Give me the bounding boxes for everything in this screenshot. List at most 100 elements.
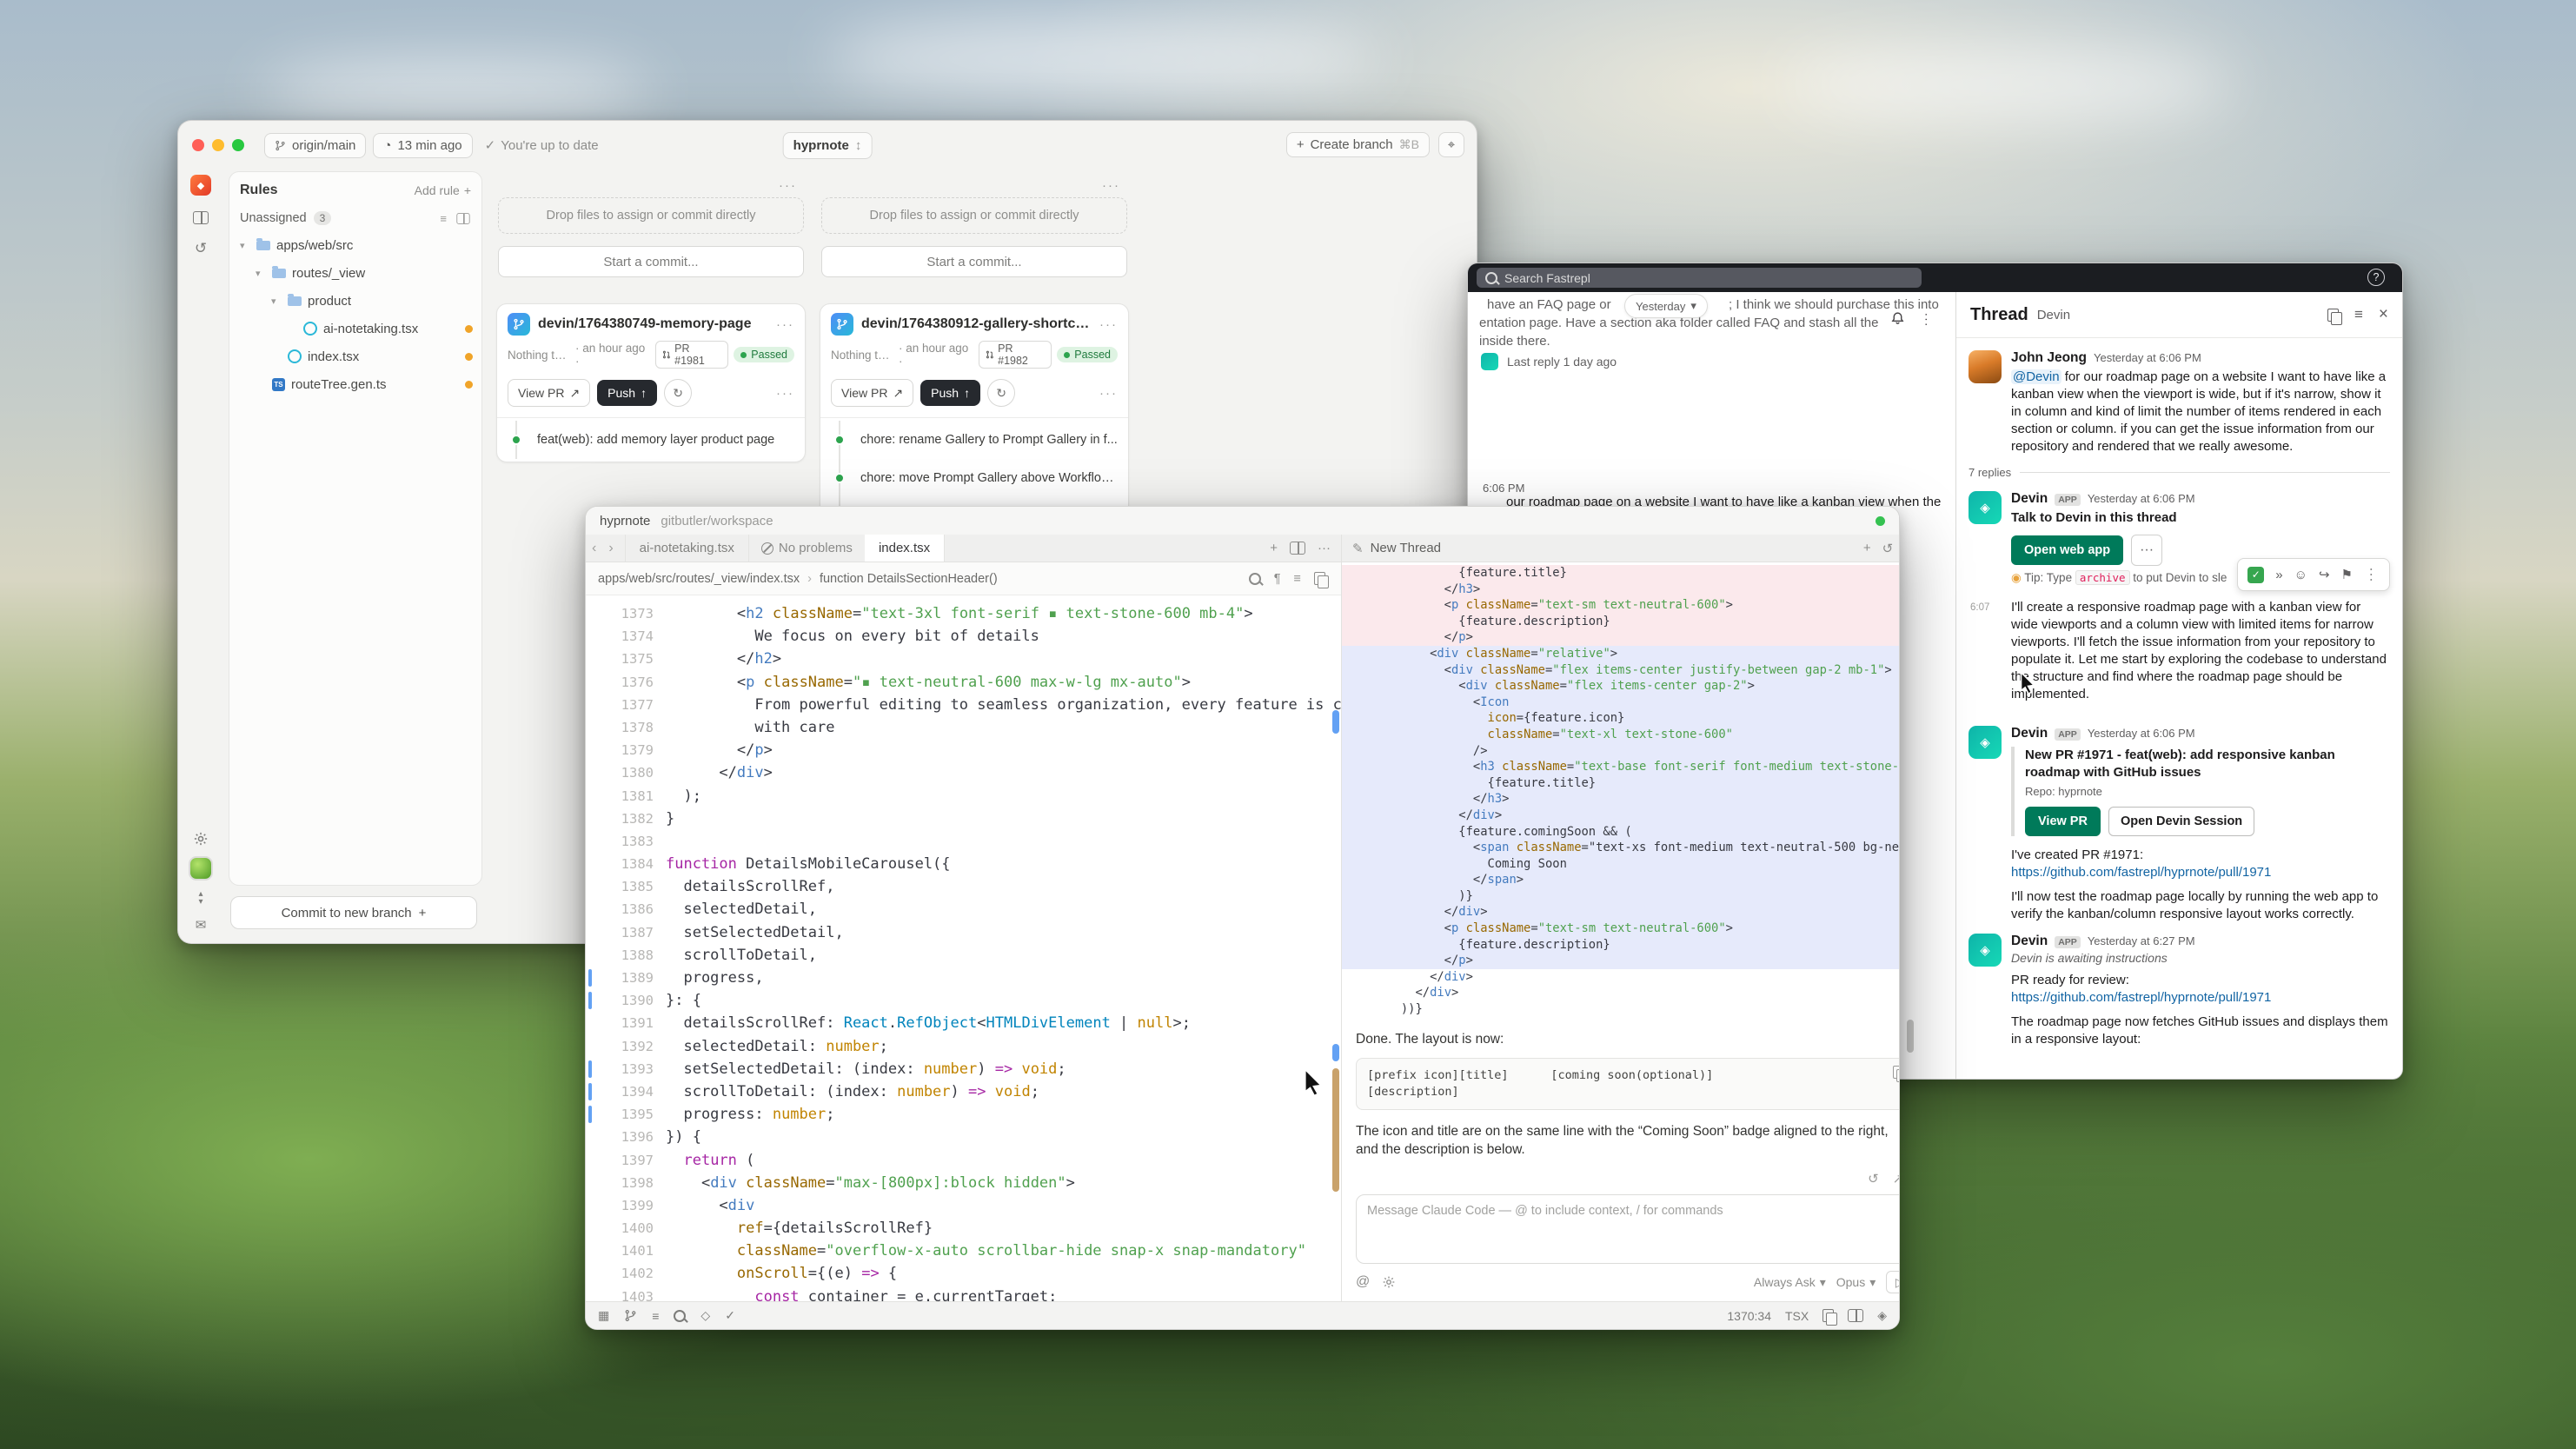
add-rule-button[interactable]: Add rule+	[415, 183, 471, 197]
search-icon[interactable]	[674, 1310, 686, 1322]
thread-title[interactable]: New Thread	[1371, 541, 1441, 555]
message-author[interactable]: Devin	[2011, 934, 2048, 949]
zoom-traffic-light[interactable]	[232, 139, 244, 151]
code-line[interactable]: 1399 <div	[586, 1194, 1331, 1217]
filter-icon[interactable]: ≡	[2354, 306, 2363, 323]
code-line[interactable]: 1377 From powerful editing to seamless o…	[586, 694, 1331, 716]
avatar[interactable]	[1969, 350, 2002, 383]
git-branch-icon[interactable]	[624, 1309, 637, 1322]
code-line[interactable]: 1389 progress,	[586, 967, 1331, 989]
file-tree-item[interactable]: ▾routes/_view	[229, 259, 481, 287]
branch-menu-button[interactable]: ···	[1099, 317, 1118, 332]
open-in-new-icon[interactable]	[2327, 309, 2339, 322]
pr-badge[interactable]: PR #1982	[979, 341, 1052, 369]
file-tree-item[interactable]: ai-notetaking.tsx	[229, 315, 481, 342]
split-pane-icon[interactable]	[1290, 542, 1305, 555]
code-line[interactable]: 1382}	[586, 808, 1331, 830]
copy-icon[interactable]	[1893, 1066, 1900, 1079]
push-button[interactable]: Push↑	[597, 380, 657, 406]
lanes-view-icon[interactable]	[193, 211, 209, 224]
drop-zone[interactable]: Drop files to assign or commit directly	[498, 197, 804, 234]
code-line[interactable]: 1402 onScroll={(e) => {	[586, 1262, 1331, 1285]
code-line[interactable]: 1393 setSelectedDetail: (index: number) …	[586, 1058, 1331, 1080]
code-line[interactable]: 1374 We focus on every bit of details	[586, 625, 1331, 648]
code-line[interactable]: 1401 className="overflow-x-auto scrollba…	[586, 1240, 1331, 1262]
file-tree-item[interactable]: TSrouteTree.gen.ts	[229, 370, 481, 398]
forward-icon[interactable]: »	[2275, 568, 2282, 582]
share-icon[interactable]: ↗	[1893, 1171, 1900, 1186]
mention-icon[interactable]: @	[1356, 1274, 1370, 1290]
terminal-panel-icon[interactable]	[1848, 1309, 1863, 1322]
copy-path-icon[interactable]	[1314, 572, 1325, 585]
thread-message[interactable]: John JeongYesterday at 6:06 PM @Devin fo…	[1969, 350, 2390, 455]
code-line[interactable]: 1385 detailsScrollRef,	[586, 875, 1331, 898]
drop-zone[interactable]: Drop files to assign or commit directly	[821, 197, 1127, 234]
refresh-button[interactable]: ↻	[664, 379, 692, 407]
message-time[interactable]: Yesterday at 6:06 PM	[2094, 351, 2201, 364]
forward-icon[interactable]: ›	[602, 541, 619, 556]
avatar[interactable]: ◈	[1969, 934, 2002, 967]
branch-name[interactable]: gitbutler/workspace	[661, 514, 773, 528]
thread-message[interactable]: ◈ DevinAPPYesterday at 6:06 PM New PR #1…	[1969, 726, 2390, 923]
diagnostics-summary[interactable]: No problems	[749, 541, 865, 555]
check-icon[interactable]: ✓	[725, 1308, 735, 1323]
assistant-icon[interactable]: ◈	[1877, 1308, 1887, 1323]
branch-actions-button[interactable]: ···	[776, 386, 794, 401]
ci-status-badge[interactable]: Passed	[1057, 347, 1118, 362]
copilot-icon[interactable]	[1822, 1309, 1834, 1322]
outline-icon[interactable]: ≡	[1294, 572, 1301, 586]
message-time[interactable]: Yesterday at 6:27 PM	[2088, 934, 2195, 947]
new-tab-icon[interactable]: +	[1270, 541, 1278, 555]
file-tree-item[interactable]: ▾apps/web/src	[229, 231, 481, 259]
lane-menu-button[interactable]: ···	[779, 178, 797, 193]
check-reaction-icon[interactable]: ✓	[2247, 567, 2264, 583]
pilcrow-icon[interactable]: ¶	[1274, 572, 1281, 586]
file-tree-item[interactable]: ▾product	[229, 287, 481, 315]
pr-title[interactable]: New PR #1971 - feat(web): add responsive…	[2025, 747, 2390, 781]
open-devin-session-button[interactable]: Open Devin Session	[2108, 807, 2254, 836]
message-author[interactable]: Devin	[2011, 726, 2048, 741]
breadcrumb-symbol[interactable]: function DetailsSectionHeader()	[820, 572, 998, 586]
breadcrumb[interactable]: apps/web/src/routes/_view/index.tsx › fu…	[586, 562, 1341, 595]
code-line[interactable]: 1383	[586, 830, 1331, 853]
mention[interactable]: @Devin	[2011, 369, 2061, 384]
avatar[interactable]: ◈	[1969, 491, 2002, 524]
code-line[interactable]: 1379 </p>	[586, 739, 1331, 761]
share-icon[interactable]: ↪	[2319, 567, 2330, 582]
new-thread-icon[interactable]: +	[1863, 541, 1871, 556]
emoji-icon[interactable]: ☺	[2294, 568, 2307, 582]
avatar[interactable]	[1481, 353, 1498, 370]
last-fetched-pill[interactable]: ◔ 13 min ago	[373, 133, 472, 158]
commit-row[interactable]: chore: rename Gallery to Prompt Gallery …	[820, 421, 1128, 459]
more-vertical-icon[interactable]: ···	[1921, 313, 1935, 328]
slack-search-input[interactable]: Search Fastrepl	[1477, 268, 1922, 288]
cursor-position[interactable]: 1370:34	[1727, 1309, 1771, 1323]
branch-actions-button[interactable]: ···	[1099, 386, 1118, 401]
code-line[interactable]: 1390}: {	[586, 989, 1331, 1012]
language-mode[interactable]: TSX	[1785, 1309, 1809, 1323]
code-line[interactable]: 1381 );	[586, 785, 1331, 808]
retry-icon[interactable]: ↺	[1868, 1171, 1879, 1186]
history-icon[interactable]: ↺	[1882, 541, 1894, 556]
close-traffic-light[interactable]	[192, 139, 204, 151]
start-commit-button[interactable]: Start a commit...	[498, 246, 804, 277]
message-more-button[interactable]: ···	[2131, 535, 2162, 566]
branch-name[interactable]: devin/1764380912-gallery-shortcuts	[861, 316, 1092, 332]
pr-link[interactable]: https://github.com/fastrepl/hyprnote/pul…	[2011, 864, 2390, 881]
view-pr-button[interactable]: View PR	[2025, 807, 2101, 836]
list-icon[interactable]: ≡	[652, 1309, 659, 1323]
code-line[interactable]: 1380 </div>	[586, 761, 1331, 784]
code-line[interactable]: 1376 <p className="▪ text-neutral-600 ma…	[586, 671, 1331, 694]
avatar[interactable]: ◈	[1969, 726, 2002, 759]
code-line[interactable]: 1400 ref={detailsScrollRef}	[586, 1217, 1331, 1240]
panels-icon[interactable]: ▦	[598, 1308, 609, 1323]
tab-ai-notetaking[interactable]: ai-notetaking.tsx	[625, 535, 749, 562]
help-button[interactable]: ?	[2367, 269, 2385, 286]
code-line[interactable]: 1384function DetailsMobileCarousel({	[586, 853, 1331, 875]
view-pr-button[interactable]: View PR↗	[831, 379, 913, 407]
code-line[interactable]: 1373 <h2 className="text-3xl font-serif …	[586, 602, 1331, 625]
pr-badge[interactable]: PR #1981	[655, 341, 728, 369]
message-author[interactable]: Devin	[2011, 491, 2048, 507]
code-line[interactable]: 1375 </h2>	[586, 648, 1331, 670]
code-line[interactable]: 1391 detailsScrollRef: React.RefObject<H…	[586, 1012, 1331, 1034]
